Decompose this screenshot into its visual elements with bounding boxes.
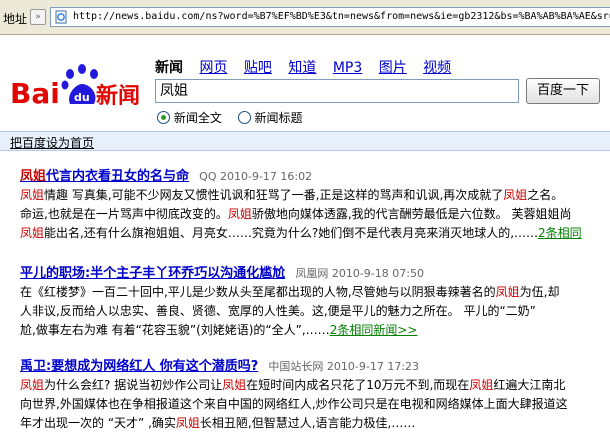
url-field[interactable]: http://news.baidu.com/ns?word=%B7%EF%BD%… xyxy=(50,7,610,27)
logo-du-text: du xyxy=(74,91,90,104)
set-homepage-link[interactable]: 把百度设为首页 xyxy=(10,134,94,151)
logo-bai-text: Bai xyxy=(10,77,60,110)
result-source: QQ 2010-9-17 16:02 xyxy=(199,170,313,183)
result-title-link[interactable]: 平儿的职场:半个主子丰丫环乔巧以沟通化尴尬 xyxy=(20,266,285,281)
radio-unchecked-icon[interactable] xyxy=(237,111,251,124)
search-category-nav: 新闻 网页 贴吧 知道 MP3 图片 视频 xyxy=(155,57,463,77)
radio-title-label: 新闻标题 xyxy=(254,111,303,125)
url-text: http://news.baidu.com/ns?word=%B7%EF%BD%… xyxy=(73,11,610,22)
nav-mp3[interactable]: MP3 xyxy=(333,60,362,76)
radio-title[interactable]: 新闻标题 xyxy=(237,109,303,126)
result-title-row: 平儿的职场:半个主子丰丫环乔巧以沟通化尴尬 凤凰网 2010-9-18 07:5… xyxy=(20,262,610,281)
radio-checked-icon[interactable] xyxy=(157,111,170,124)
radio-fulltext-label: 新闻全文 xyxy=(173,111,222,125)
result-source: 凤凰网 2010-9-18 07:50 xyxy=(295,267,424,280)
same-news-link[interactable]: 2条相同 xyxy=(538,226,582,240)
news-result: 凤姐代言内衣看丑女的名与命 QQ 2010-9-17 16:02 凤姐情趣 写真… xyxy=(20,165,610,243)
address-label: 地址 xyxy=(3,12,28,26)
result-title-link[interactable]: 凤姐代言内衣看丑女的名与命 xyxy=(20,169,189,184)
homepage-bar: 把百度设为首页 xyxy=(0,131,610,151)
result-title-row: 禹卫:要想成为网络红人 你有这个潜质吗? 中国站长网 2010-9-17 17:… xyxy=(20,355,610,374)
result-snippet: 凤姐为什么会红? 据说当初炒作公司让凤姐在短时间内成名只花了10万元不到,而现在… xyxy=(20,378,568,430)
search-scope-radios: 新闻全文 新闻标题 xyxy=(157,109,315,126)
result-snippet: 凤姐情趣 写真集,可能不少网友又惯性讥讽和狂骂了一番,正是这样的骂声和讥讽,再次… xyxy=(20,188,582,240)
nav-tieba[interactable]: 贴吧 xyxy=(244,60,272,76)
result-title-row: 凤姐代言内衣看丑女的名与命 QQ 2010-9-17 16:02 xyxy=(20,165,610,184)
nav-web[interactable]: 网页 xyxy=(199,60,227,76)
nav-images[interactable]: 图片 xyxy=(379,60,407,76)
result-title-link[interactable]: 禹卫:要想成为网络红人 你有这个潜质吗? xyxy=(20,359,258,374)
search-input[interactable]: 凤姐 xyxy=(155,79,519,103)
radio-fulltext[interactable]: 新闻全文 xyxy=(157,109,222,126)
news-result: 平儿的职场:半个主子丰丫环乔巧以沟通化尴尬 凤凰网 2010-9-18 07:5… xyxy=(20,262,610,340)
address-toolbar-grip-icon[interactable]: » xyxy=(30,9,46,25)
result-source: 中国站长网 2010-9-17 17:23 xyxy=(268,360,420,373)
logo-news-text: 新闻 xyxy=(96,83,140,109)
search-button[interactable]: 百度一下 xyxy=(526,78,600,104)
paw-icon: du xyxy=(61,64,98,104)
nav-news: 新闻 xyxy=(155,60,183,76)
address-bar: 地址 » http://news.baidu.com/ns?word=%B7%E… xyxy=(0,0,610,35)
page-icon xyxy=(55,10,67,24)
nav-zhidao[interactable]: 知道 xyxy=(288,60,316,76)
same-news-link[interactable]: 2条相同新闻>> xyxy=(330,323,418,337)
news-result: 禹卫:要想成为网络红人 你有这个潜质吗? 中国站长网 2010-9-17 17:… xyxy=(20,355,610,433)
result-snippet: 在《红楼梦》一百二十回中,平儿是少数从头至尾都出现的人物,尽管她与以阴狠毒辣著名… xyxy=(20,285,560,337)
baidu-news-logo[interactable]: Bai du 新闻 xyxy=(10,58,150,114)
nav-video[interactable]: 视频 xyxy=(423,60,451,76)
